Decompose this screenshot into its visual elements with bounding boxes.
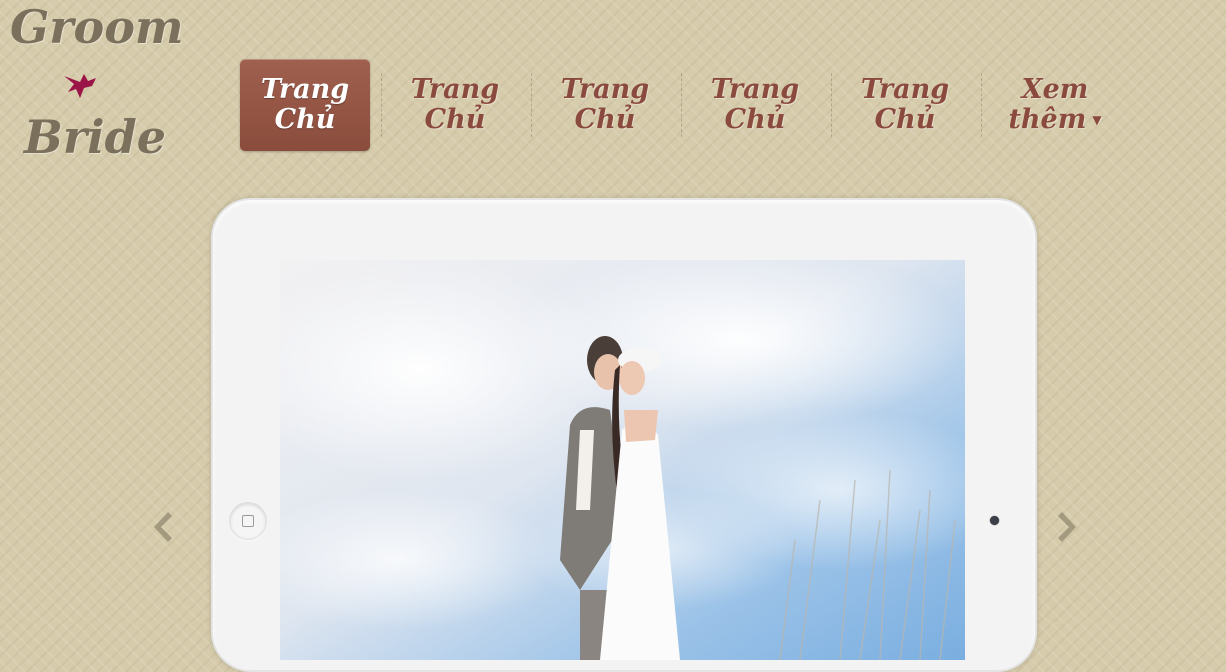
nav-label-line1: Xem — [1021, 73, 1089, 105]
nav-item-2[interactable]: Trang Chủ — [390, 59, 520, 151]
nav-label-line2: Chủ — [274, 104, 336, 135]
nav-divider — [381, 73, 382, 137]
nav-divider — [981, 73, 982, 137]
bird-icon — [64, 74, 96, 98]
nav-label-line1: Trang — [710, 74, 800, 105]
nav-item-more-dropdown[interactable]: Xem thêm ▼ — [990, 59, 1120, 151]
nav-divider — [681, 73, 682, 137]
nav-label-line1: Trang — [410, 74, 500, 105]
nav-label-line1: Trang — [260, 74, 350, 105]
nav-label-line2: Chủ — [874, 104, 936, 135]
nav-label-line1: Trang — [560, 74, 650, 105]
nav-label-line2: thêm — [1008, 103, 1087, 135]
nav-label-line1: Trang — [860, 74, 950, 105]
logo-word-bride: Bride — [24, 110, 167, 164]
logo-word-groom: Groom — [10, 0, 184, 54]
tablet-frame — [211, 198, 1037, 672]
nav-item-3[interactable]: Trang Chủ — [540, 59, 670, 151]
slider-next-button[interactable] — [1054, 508, 1084, 548]
home-button-icon — [229, 502, 267, 540]
nav-divider — [531, 73, 532, 137]
nav-item-5[interactable]: Trang Chủ — [840, 59, 970, 151]
slider-prev-button[interactable] — [146, 508, 176, 548]
chevron-right-icon — [1058, 512, 1076, 542]
slide-image[interactable] — [280, 260, 965, 660]
nav-item-home-active[interactable]: Trang Chủ — [240, 59, 370, 151]
camera-icon — [990, 516, 999, 525]
caret-down-icon: ▼ — [1092, 113, 1102, 128]
wedding-couple-photo — [280, 260, 965, 660]
nav-label-line2: Chủ — [724, 104, 786, 135]
nav-label-line2: Chủ — [424, 104, 486, 135]
nav-divider — [831, 73, 832, 137]
nav-label-line2: Chủ — [574, 104, 636, 135]
nav-item-4[interactable]: Trang Chủ — [690, 59, 820, 151]
chevron-left-icon — [154, 512, 172, 542]
site-logo[interactable]: Groom Bride — [8, 0, 184, 170]
